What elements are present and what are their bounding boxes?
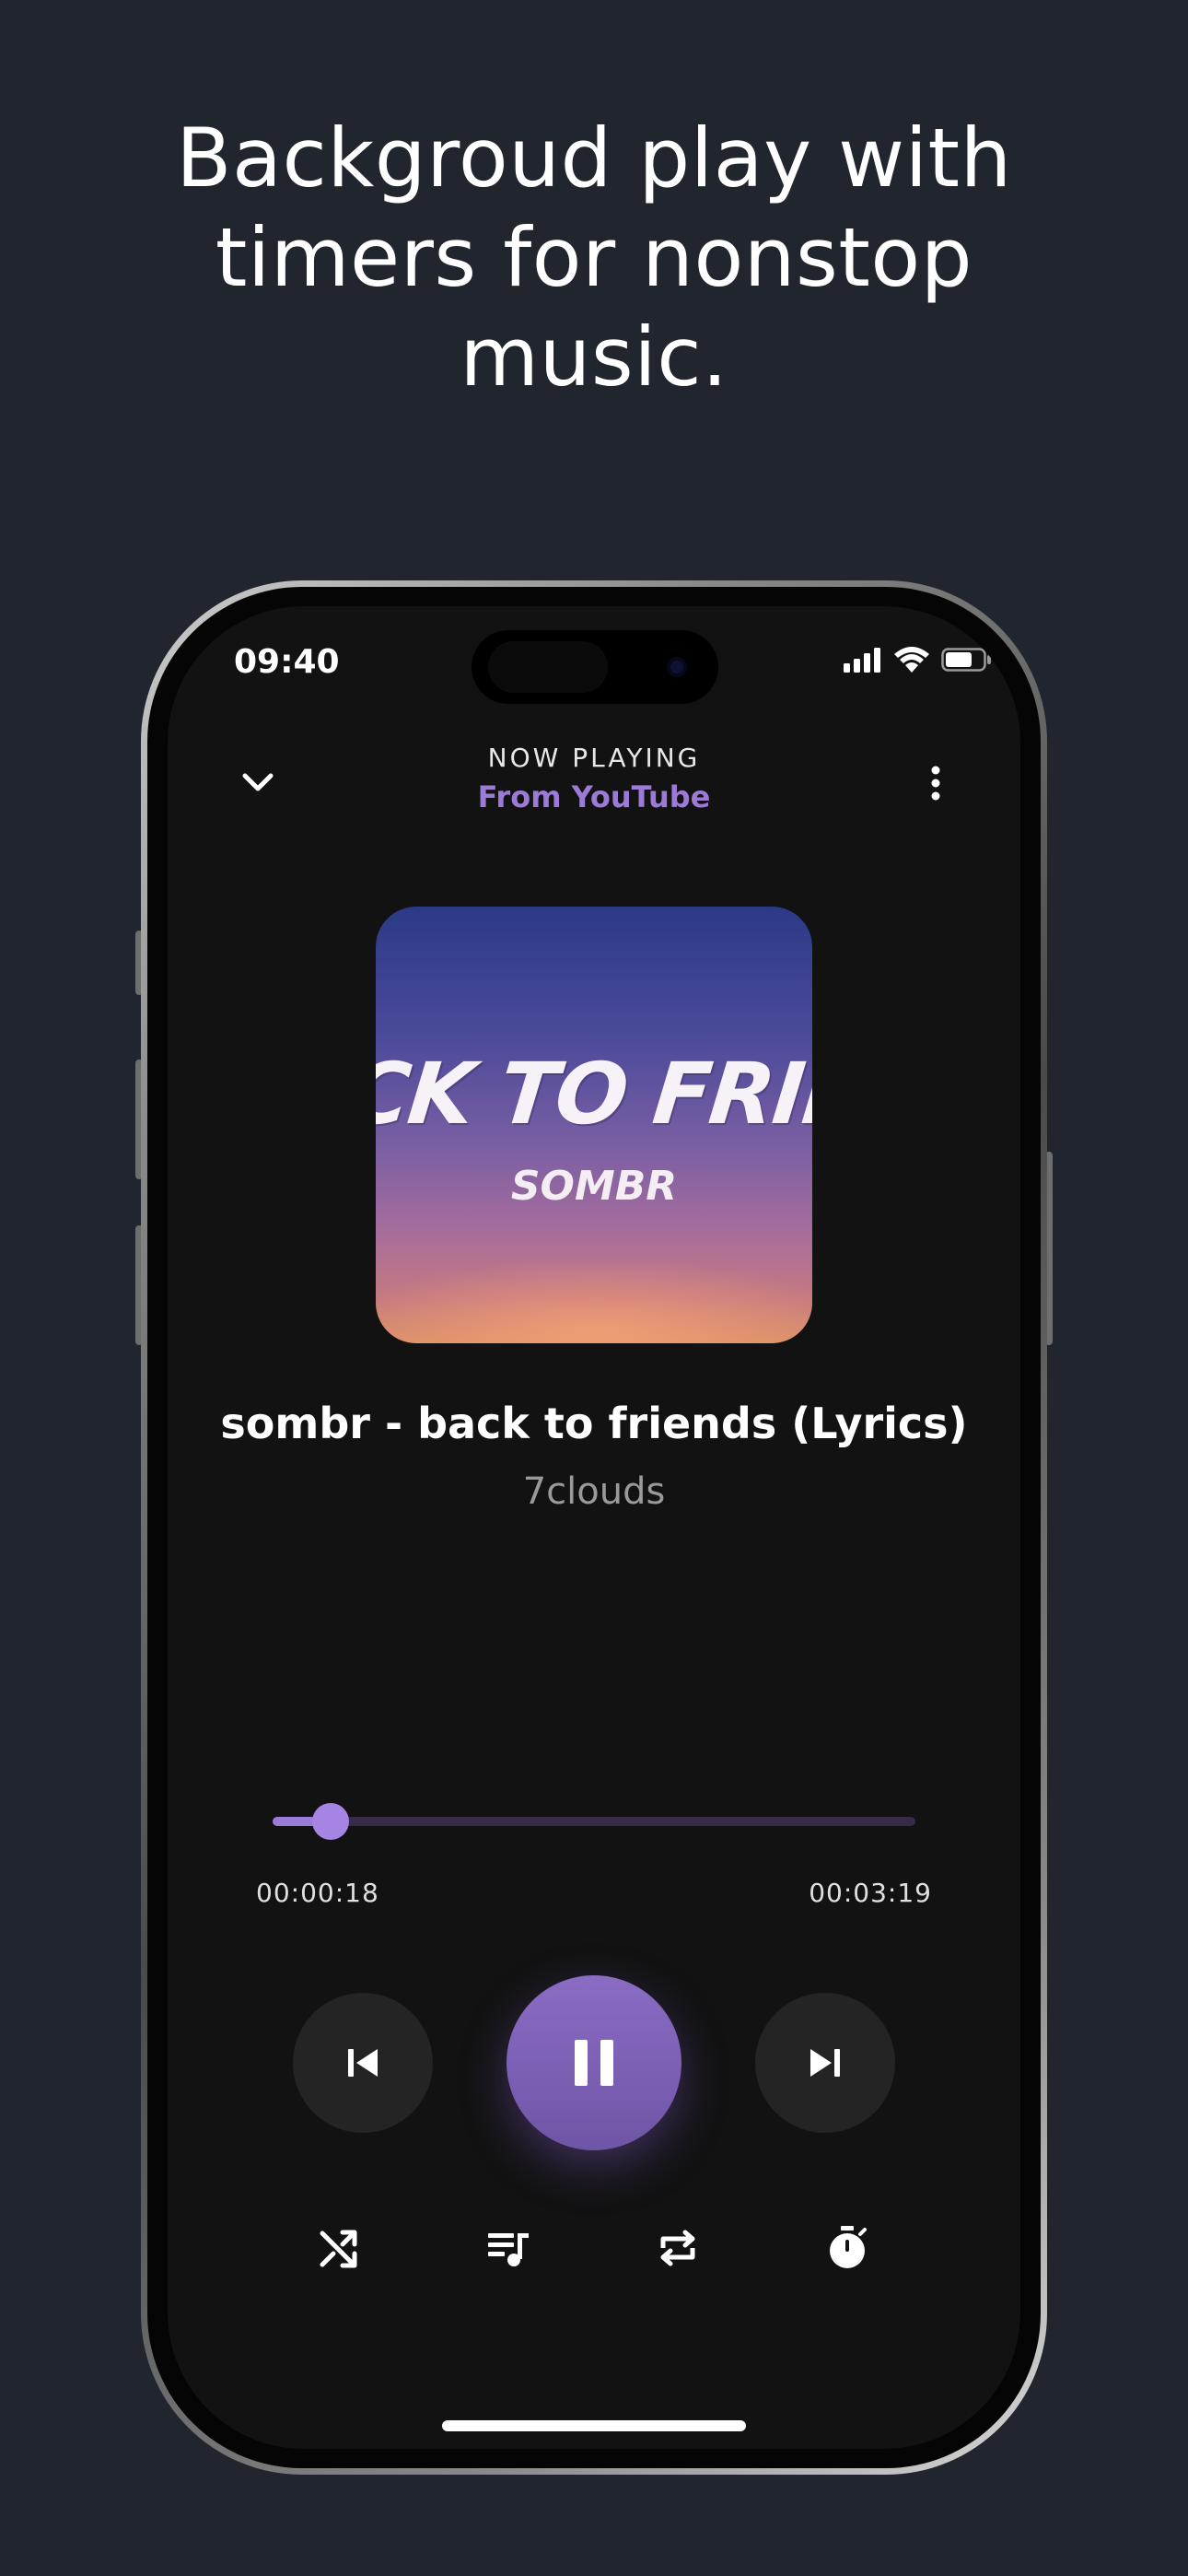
current-time: 00:00:18 <box>256 1878 379 1908</box>
pause-icon <box>575 2040 613 2086</box>
home-indicator[interactable] <box>442 2420 746 2431</box>
front-camera <box>667 657 687 677</box>
cellular-signal-icon <box>844 648 880 673</box>
headline-line-2: timers for nonstop <box>215 210 973 305</box>
headline-line-1: Backgroud play with <box>176 111 1012 205</box>
album-art-title: CK TO FRIEI <box>376 1045 812 1143</box>
dynamic-island <box>472 630 718 704</box>
album-art: CK TO FRIEI SOMBR <box>376 907 812 1343</box>
album-art-artist: SOMBR <box>510 1163 678 1210</box>
seek-bar-track[interactable] <box>273 1817 915 1826</box>
track-artist: 7clouds <box>522 1470 666 1513</box>
shuffle-button[interactable] <box>311 2220 367 2276</box>
seek-bar-thumb[interactable] <box>311 1803 349 1840</box>
album-art-glow <box>376 1257 812 1343</box>
battery-icon <box>941 648 991 672</box>
play-pause-button[interactable] <box>507 1975 681 2150</box>
more-options-button[interactable] <box>910 757 961 809</box>
shuffle-icon <box>320 2230 357 2268</box>
status-time: 09:40 <box>234 643 340 681</box>
next-button[interactable] <box>755 1993 895 2133</box>
now-playing-source: From YouTube <box>477 779 711 814</box>
headline-line-3: music. <box>460 310 728 404</box>
skip-next-icon <box>810 2049 840 2077</box>
wifi-icon <box>894 647 929 673</box>
repeat-button[interactable] <box>650 2220 705 2276</box>
queue-music-icon <box>488 2233 529 2266</box>
previous-button[interactable] <box>293 1993 433 2133</box>
track-title: sombr - back to friends (Lyrics) <box>220 1399 968 1448</box>
now-playing-label: NOW PLAYING <box>487 743 701 773</box>
island-sensor <box>488 641 608 693</box>
sleep-timer-icon <box>830 2226 867 2268</box>
status-icons <box>844 643 993 676</box>
skip-previous-icon <box>348 2049 378 2077</box>
total-time: 00:03:19 <box>809 1878 932 1908</box>
sleep-timer-button[interactable] <box>820 2220 875 2276</box>
headline: Backgroud play with timers for nonstop m… <box>0 109 1188 407</box>
more-vertical-icon <box>931 766 940 801</box>
phone-screen: 09:40 NOW PLAYING From YouTube CK TO FRI… <box>168 606 1020 2449</box>
repeat-icon <box>660 2230 695 2266</box>
queue-button[interactable] <box>481 2220 536 2276</box>
